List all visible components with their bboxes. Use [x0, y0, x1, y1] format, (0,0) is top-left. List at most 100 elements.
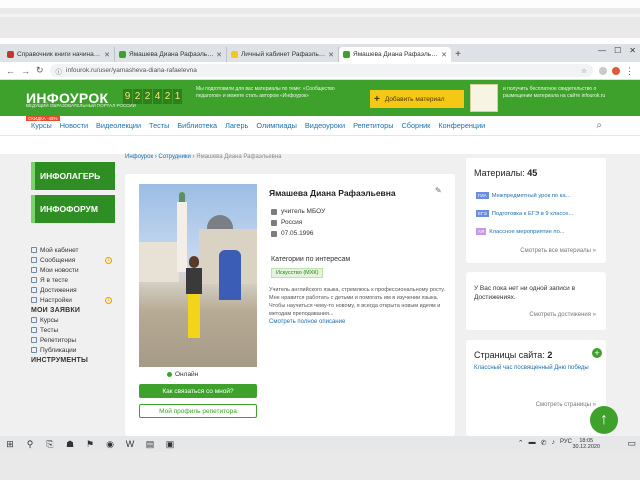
tab-label: Справочник книги начинающего [17, 51, 102, 58]
breadcrumb-path[interactable]: Инфоурок › Сотрудники › [125, 154, 196, 160]
infoforum-banner[interactable]: ИНФОФОРУМ [31, 195, 115, 223]
nav-item-tests[interactable]: Тесты [149, 121, 169, 130]
windows-start-icon[interactable]: ⊞ [5, 439, 15, 449]
sidebar-item-achievements[interactable]: Достижения [31, 285, 117, 295]
nav-item-videolectures[interactable]: Видеолекции [96, 121, 141, 130]
publication-icon [31, 347, 37, 353]
profile-country-text: Россия [281, 219, 303, 226]
notifications-icon[interactable]: ▭ [627, 438, 636, 449]
volume-icon[interactable]: ♪ [551, 439, 555, 447]
app-icon[interactable]: ▤ [145, 439, 155, 449]
close-window-button[interactable]: ✕ [629, 46, 636, 55]
discount-badge[interactable]: СКИДКА -45% [26, 116, 60, 121]
search-icon[interactable]: ⌕ [596, 120, 602, 131]
all-pages-link[interactable]: Смотреть страницы » [536, 402, 596, 408]
forward-arrow-icon[interactable]: → [21, 66, 30, 76]
nav-item-collection[interactable]: Сборник [402, 121, 431, 130]
tab-close-icon[interactable]: ✕ [216, 51, 222, 59]
material-item[interactable]: ЕГЭ Подготовка к ЕГЭ в 9 классе... [476, 210, 602, 217]
network-icon[interactable]: ✆ [541, 439, 547, 447]
scroll-to-top-arrow-icon[interactable]: ↑ [590, 406, 618, 434]
breadcrumb: Инфоурок › Сотрудники › Ямашева Диана Ра… [125, 154, 282, 160]
tray-chevron-icon[interactable]: ⌃ [518, 439, 524, 447]
sidebar-item-publications[interactable]: Публикации [31, 345, 117, 355]
gear-icon [31, 297, 37, 303]
all-materials-link[interactable]: Смотреть все материалы » [520, 248, 596, 254]
nav-item-camp[interactable]: Лагерь [225, 121, 248, 130]
browser-tab-1[interactable]: Справочник книги начинающего✕ [3, 47, 115, 62]
sidebar-section-tools: ИНСТРУМЕНТЫ [31, 357, 89, 364]
tab-close-icon[interactable]: ✕ [328, 51, 334, 59]
maximize-button[interactable]: ☐ [614, 46, 621, 55]
sidebar-item-courses[interactable]: Курсы [31, 315, 117, 325]
add-page-plus-icon[interactable]: + [592, 348, 602, 358]
counter-digit: 2 [133, 89, 142, 104]
reload-icon[interactable]: ↻ [36, 65, 44, 76]
sidebar-item-label: Достижения [40, 286, 77, 294]
clock[interactable]: 18:05 30.12.2020 [572, 438, 600, 450]
search-icon[interactable]: ⚲ [25, 439, 35, 449]
browser-tab-3[interactable]: Личный кабинет Рафаэльевна ✕ [227, 47, 339, 62]
category-tag[interactable]: Искусство (МХК) [271, 268, 324, 278]
sidebar-item-tutors[interactable]: Репетиторы [31, 335, 117, 345]
contact-button[interactable]: Как связаться со мной? [139, 384, 257, 398]
yandex-browser-icon[interactable]: ⚑ [85, 439, 95, 449]
back-arrow-icon[interactable]: ← [6, 66, 15, 76]
browser-tab-4-active[interactable]: Ямашева Диана Рафаэльевна ✕ [339, 47, 451, 62]
trophy-icon [31, 287, 37, 293]
chrome-icon[interactable]: ◉ [105, 439, 115, 449]
task-view-icon[interactable]: ⎘ [45, 439, 55, 449]
nav-item-tutors[interactable]: Репетиторы [353, 121, 393, 130]
word-icon[interactable]: W [125, 439, 135, 449]
nav-item-olympiads[interactable]: Олимпиады [256, 121, 297, 130]
url-text: infourok.ru/user/yamasheva-diana-rafaele… [66, 67, 197, 74]
tutor-profile-button[interactable]: Мой профиль репетитора [139, 404, 257, 418]
page-content: ИНФОЛАГЕРЬ ИНФОФОРУМ Мой кабинет Сообщен… [0, 154, 640, 436]
profile-info: учитель МБОУ Россия 07.05.1996 [271, 206, 325, 239]
extension-icon[interactable] [599, 66, 607, 75]
extension-icon[interactable] [612, 66, 620, 75]
sidebar-item-order-tests[interactable]: Тесты [31, 325, 117, 335]
sidebar-item-label: Мой кабинет [40, 246, 79, 254]
bookmark-star-icon[interactable]: ☆ [581, 67, 587, 75]
settings-count-badge: 1 [105, 296, 112, 304]
material-item[interactable]: ГИА Межпредметный урок по ка... [476, 192, 602, 199]
header-certificate-text: и получить бесплатное свидетельство о ра… [503, 86, 606, 99]
address-bar-row: ← → ↻ ⓘ infourok.ru/user/yamasheva-diana… [0, 62, 640, 80]
sidebar-item-settings[interactable]: Настройки 1 [31, 295, 117, 305]
tab-close-icon[interactable]: ✕ [104, 51, 110, 59]
material-item[interactable]: АЯ Классное мероприятие по... [476, 228, 602, 235]
nav-item-news[interactable]: Новости [60, 121, 88, 130]
sidebar-item-tests[interactable]: Я в тесте [31, 275, 117, 285]
nav-item-library[interactable]: Библиотека [177, 121, 217, 130]
full-description-link[interactable]: Смотреть полное описание [269, 319, 345, 325]
sidebar-item-messages[interactable]: Сообщения 1 [31, 255, 117, 265]
add-material-button[interactable]: + Добавить материал [370, 90, 464, 108]
language-indicator[interactable]: РУС [560, 439, 572, 447]
url-input[interactable]: ⓘ infourok.ru/user/yamasheva-diana-rafae… [49, 64, 593, 77]
nav-item-courses[interactable]: Курсы [31, 121, 52, 130]
minimize-button[interactable]: — [598, 46, 606, 55]
sidebar-item-cabinet[interactable]: Мой кабинет [31, 245, 117, 255]
calendar-icon [271, 230, 277, 237]
bottom-decor-band [0, 452, 640, 480]
page-item-link[interactable]: Классный час посвященный Дню победы [474, 364, 596, 373]
sidebar-item-label: Репетиторы [40, 336, 76, 344]
location-icon [271, 219, 277, 226]
achievements-link[interactable]: Смотреть достижения » [529, 312, 596, 318]
folder-icon[interactable]: ▣ [165, 439, 175, 449]
menu-dots-icon[interactable]: ⋮ [625, 66, 634, 75]
sidebar-item-label: Курсы [40, 316, 59, 324]
pages-count: 2 [547, 350, 553, 360]
browser-tab-2[interactable]: Ямашева Диана Рафаэльевна ✕ [115, 47, 227, 62]
nav-item-videolessons[interactable]: Видеоуроки [305, 121, 345, 130]
new-tab-button[interactable]: + [451, 47, 465, 62]
infolager-banner[interactable]: ИНФОЛАГЕРЬ [31, 162, 115, 190]
tab-close-icon[interactable]: ✕ [441, 51, 447, 59]
edit-pencil-icon[interactable]: ✎ [435, 186, 442, 195]
battery-icon[interactable]: ▬ [529, 439, 536, 447]
explorer-icon[interactable]: ☗ [65, 439, 75, 449]
nav-item-conferences[interactable]: Конференции [438, 121, 485, 130]
info-icon[interactable]: ⓘ [56, 66, 63, 76]
sidebar-item-news[interactable]: Мои новости [31, 265, 117, 275]
